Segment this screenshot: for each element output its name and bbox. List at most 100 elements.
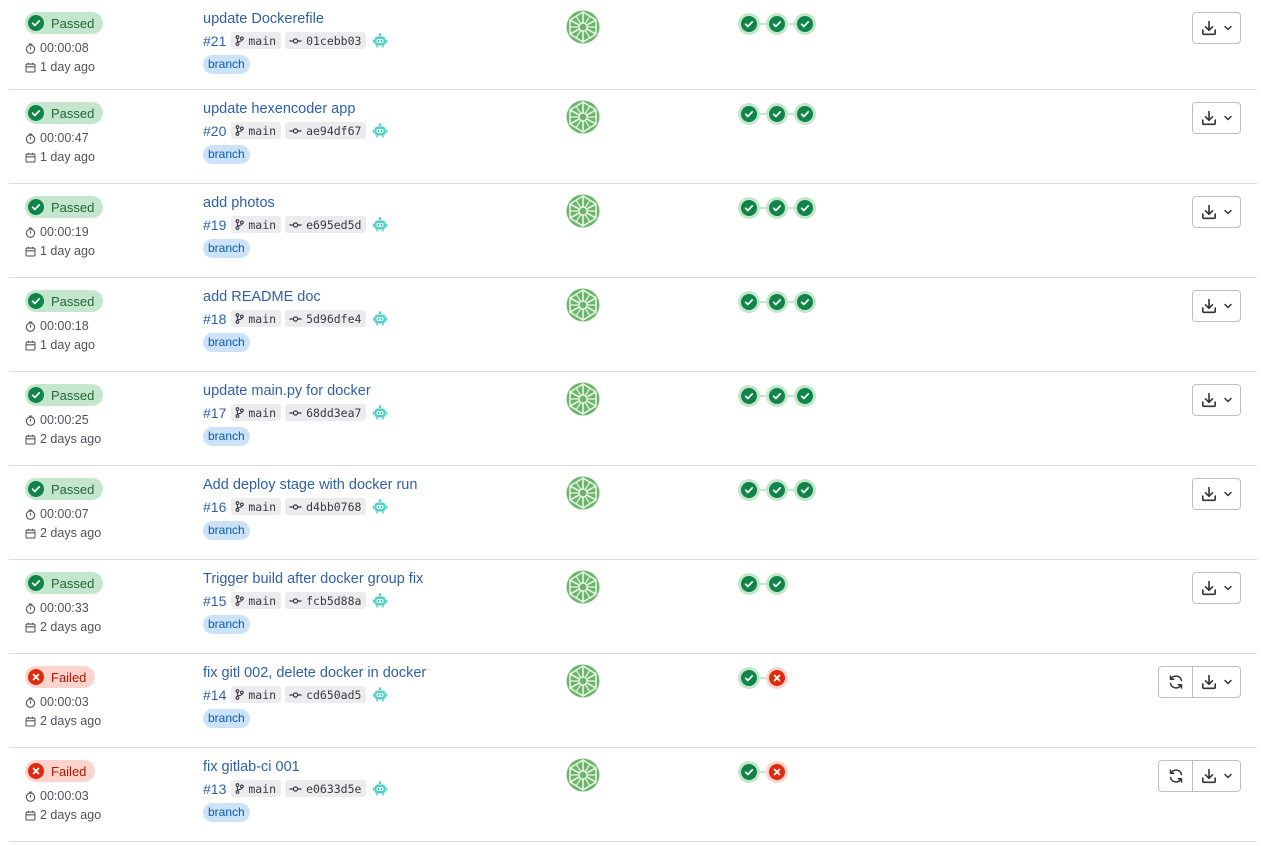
x-circle-icon xyxy=(28,669,44,685)
commit-title-link[interactable]: add README doc xyxy=(203,288,388,306)
commit-sha-link[interactable]: e695ed5d xyxy=(285,216,367,233)
stage-passed-button[interactable] xyxy=(766,479,788,501)
commit-sha-link[interactable]: 01cebb03 xyxy=(285,32,367,49)
avatar[interactable] xyxy=(566,194,600,228)
download-artifacts-dropdown[interactable] xyxy=(1192,384,1241,416)
stage-passed-button[interactable] xyxy=(766,291,788,313)
row-actions xyxy=(1192,384,1241,416)
commit-title-link[interactable]: Add deploy stage with docker run xyxy=(203,476,417,494)
pipeline-info-cell: add photos #19 main e695ed5d branch xyxy=(203,194,388,258)
stage-passed-button[interactable] xyxy=(738,197,760,219)
duration: 00:00:25 xyxy=(25,412,103,428)
stage-passed-button[interactable] xyxy=(738,103,760,125)
ref-link[interactable]: main xyxy=(231,686,282,703)
timer-icon xyxy=(25,602,36,614)
pipeline-id-link[interactable]: #14 xyxy=(203,687,226,703)
commit-title-link[interactable]: fix gitl 002, delete docker in docker xyxy=(203,664,426,682)
commit-sha-link[interactable]: d4bb0768 xyxy=(285,498,367,515)
avatar[interactable] xyxy=(566,382,600,416)
stage-passed-button[interactable] xyxy=(738,479,760,501)
status-badge[interactable]: Passed xyxy=(25,196,104,218)
bot-icon xyxy=(372,216,388,233)
pipeline-id-link[interactable]: #18 xyxy=(203,311,226,327)
commit-sha-link[interactable]: 5d96dfe4 xyxy=(285,310,367,327)
ref-link[interactable]: main xyxy=(231,404,282,421)
retry-button[interactable] xyxy=(1158,760,1192,792)
pipeline-id-link[interactable]: #13 xyxy=(203,781,226,797)
commit-title-link[interactable]: update main.py for docker xyxy=(203,382,388,400)
status-badge[interactable]: Passed xyxy=(25,290,104,312)
status-badge[interactable]: Passed xyxy=(25,572,104,594)
stage-passed-button[interactable] xyxy=(794,479,816,501)
ref-link[interactable]: main xyxy=(231,592,282,609)
ref-link[interactable]: main xyxy=(231,32,282,49)
stage-passed-button[interactable] xyxy=(766,573,788,595)
status-badge[interactable]: Passed xyxy=(25,102,104,124)
download-artifacts-dropdown[interactable] xyxy=(1192,572,1241,604)
avatar[interactable] xyxy=(566,664,600,698)
download-artifacts-dropdown[interactable] xyxy=(1192,102,1241,134)
commit-title-link[interactable]: add photos xyxy=(203,194,388,212)
download-artifacts-dropdown[interactable] xyxy=(1192,760,1241,792)
download-artifacts-dropdown[interactable] xyxy=(1192,478,1241,510)
commit-sha-link[interactable]: e0633d5e xyxy=(285,780,367,797)
pipeline-id-link[interactable]: #17 xyxy=(203,405,226,421)
stage-passed-button[interactable] xyxy=(738,13,760,35)
stage-passed-button[interactable] xyxy=(794,385,816,407)
avatar[interactable] xyxy=(566,758,600,792)
status-badge[interactable]: Passed xyxy=(25,12,104,34)
stage-passed-button[interactable] xyxy=(738,573,760,595)
stage-passed-button[interactable] xyxy=(738,761,760,783)
stage-passed-button[interactable] xyxy=(794,197,816,219)
stage-passed-button[interactable] xyxy=(766,13,788,35)
stage-failed-button[interactable] xyxy=(766,761,788,783)
stage-passed-button[interactable] xyxy=(794,13,816,35)
status-badge[interactable]: Passed xyxy=(25,384,104,406)
stage-failed-button[interactable] xyxy=(766,667,788,689)
ref-link[interactable]: main xyxy=(231,498,282,515)
stage-passed-button[interactable] xyxy=(766,103,788,125)
pipeline-id-link[interactable]: #16 xyxy=(203,499,226,515)
status-badge[interactable]: Failed xyxy=(25,666,96,688)
pipeline-id-link[interactable]: #19 xyxy=(203,217,226,233)
stage-passed-button[interactable] xyxy=(738,291,760,313)
commit-sha-link[interactable]: 68dd3ea7 xyxy=(285,404,367,421)
stage-passed-button[interactable] xyxy=(794,291,816,313)
pipeline-id-link[interactable]: #20 xyxy=(203,123,226,139)
stage-passed-button[interactable] xyxy=(738,385,760,407)
ref-link[interactable]: main xyxy=(231,780,282,797)
duration-text: 00:00:03 xyxy=(40,695,89,709)
download-artifacts-dropdown[interactable] xyxy=(1192,290,1241,322)
download-artifacts-dropdown[interactable] xyxy=(1192,196,1241,228)
retry-button[interactable] xyxy=(1158,666,1192,698)
check-circle-icon xyxy=(741,482,757,498)
commit-title-link[interactable]: Trigger build after docker group fix xyxy=(203,570,423,588)
avatar[interactable] xyxy=(566,10,600,44)
commit-title-link[interactable]: update Dockerefile xyxy=(203,10,388,28)
avatar[interactable] xyxy=(566,476,600,510)
commit-icon xyxy=(289,691,302,698)
ref-link[interactable]: main xyxy=(231,310,282,327)
commit-title-link[interactable]: fix gitlab-ci 001 xyxy=(203,758,388,776)
pipeline-id-link[interactable]: #15 xyxy=(203,593,226,609)
commit-sha: 5d96dfe4 xyxy=(306,311,362,326)
stage-passed-button[interactable] xyxy=(766,385,788,407)
avatar[interactable] xyxy=(566,100,600,134)
ref-link[interactable]: main xyxy=(231,122,282,139)
commit-sha-link[interactable]: fcb5d88a xyxy=(285,592,367,609)
download-artifacts-dropdown[interactable] xyxy=(1192,12,1241,44)
pipeline-id-link[interactable]: #21 xyxy=(203,33,226,49)
status-badge[interactable]: Failed xyxy=(25,760,96,782)
commit-title-link[interactable]: update hexencoder app xyxy=(203,100,388,118)
avatar[interactable] xyxy=(566,288,600,322)
stage-passed-button[interactable] xyxy=(738,667,760,689)
stage-passed-button[interactable] xyxy=(794,103,816,125)
duration-text: 00:00:18 xyxy=(40,319,89,333)
download-artifacts-dropdown[interactable] xyxy=(1192,666,1241,698)
ref-link[interactable]: main xyxy=(231,216,282,233)
avatar[interactable] xyxy=(566,570,600,604)
commit-sha-link[interactable]: ae94df67 xyxy=(285,122,367,139)
status-badge[interactable]: Passed xyxy=(25,478,104,500)
commit-sha-link[interactable]: cd650ad5 xyxy=(285,686,367,703)
stage-passed-button[interactable] xyxy=(766,197,788,219)
